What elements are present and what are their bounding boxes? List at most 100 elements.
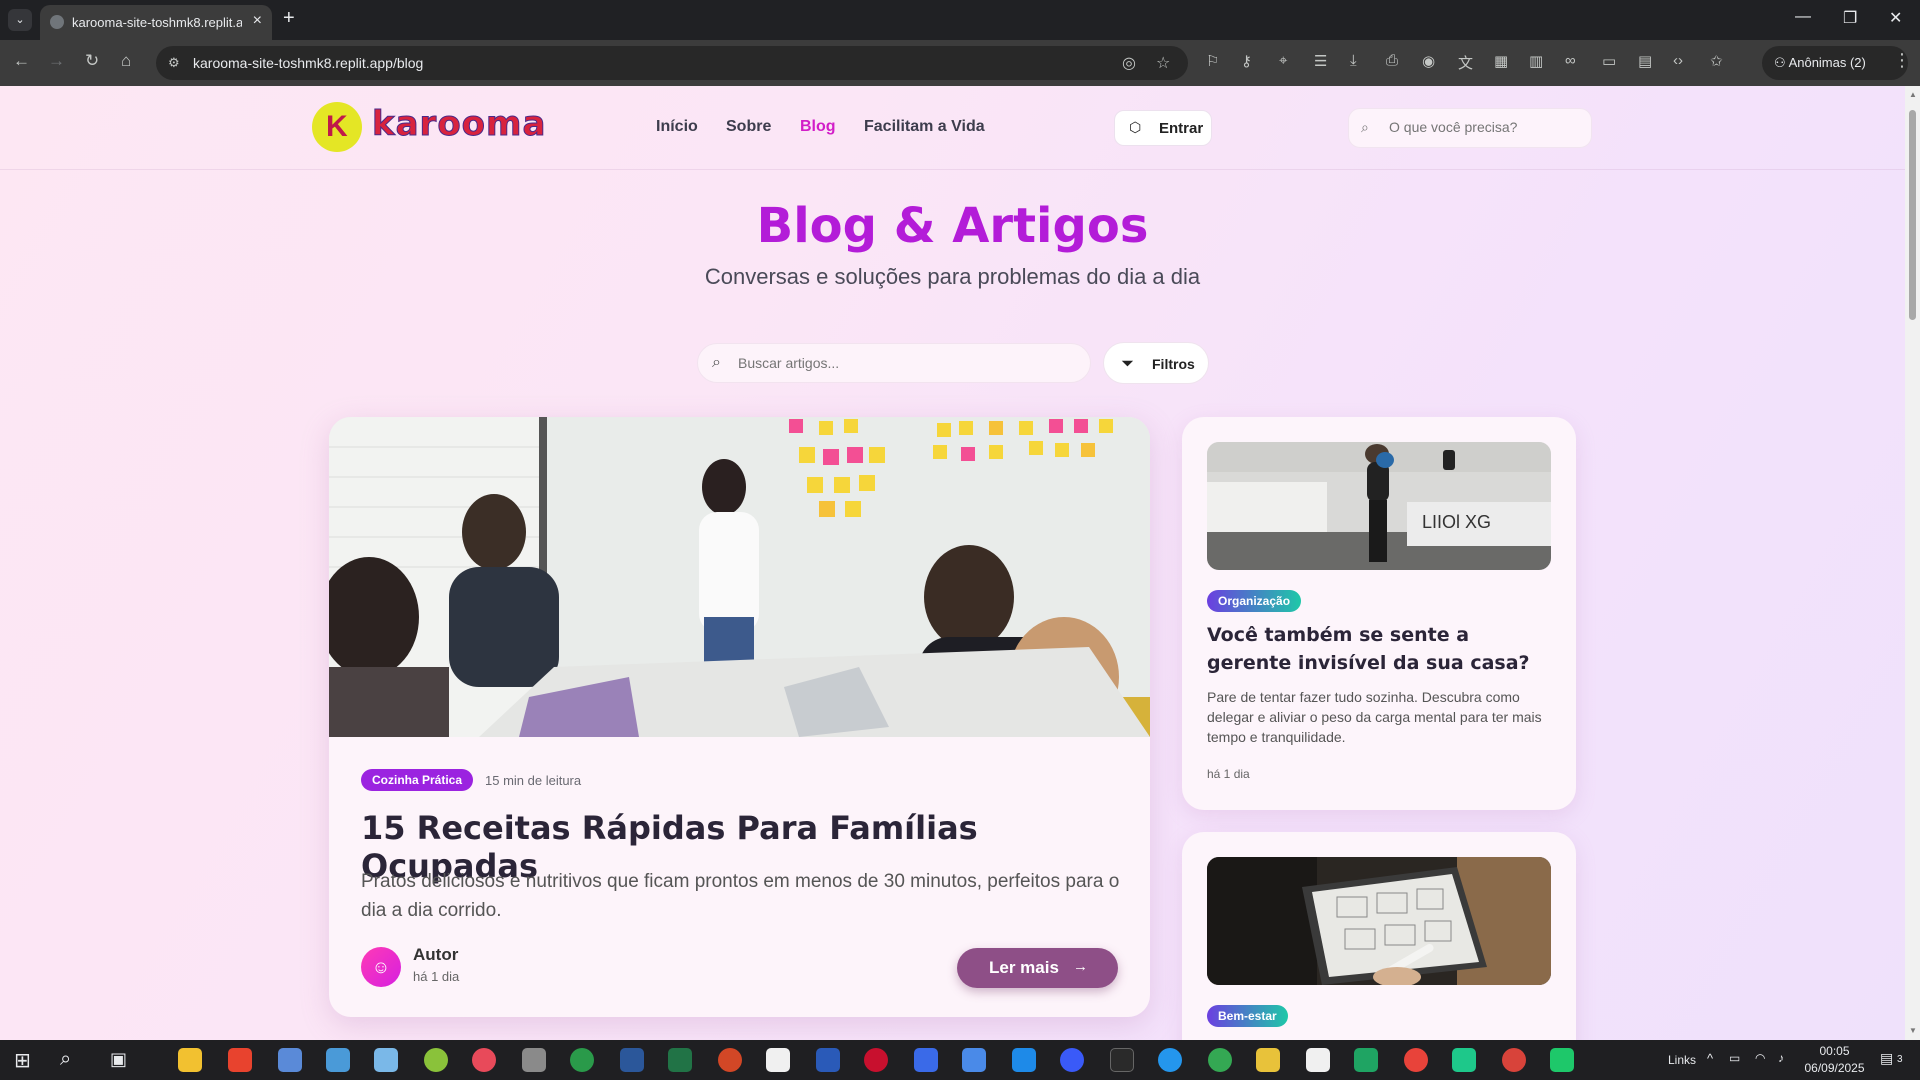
app-icon[interactable] — [1060, 1048, 1084, 1072]
chrome-icon[interactable] — [1208, 1048, 1232, 1072]
lens-icon[interactable]: ◉ — [1422, 52, 1435, 70]
app-icon[interactable] — [1550, 1048, 1574, 1072]
chevron-up-icon[interactable]: ^ — [1707, 1051, 1713, 1066]
powershell-icon[interactable] — [816, 1048, 840, 1072]
app-icon[interactable] — [424, 1048, 448, 1072]
tab-close-icon[interactable]: × — [253, 12, 262, 30]
calculator-icon[interactable] — [326, 1048, 350, 1072]
article-image[interactable] — [1207, 857, 1551, 985]
location-pin-icon[interactable]: ⌖ — [1279, 52, 1287, 69]
scroll-up-icon[interactable]: ▲ — [1909, 90, 1917, 99]
logo-mark[interactable]: K — [312, 102, 362, 152]
restore-icon[interactable]: ❐ — [1843, 8, 1857, 28]
file-explorer-icon[interactable] — [178, 1048, 202, 1072]
print-icon[interactable]: ⎙ — [1386, 52, 1398, 69]
scroll-down-icon[interactable]: ▼ — [1909, 1026, 1917, 1035]
article-title[interactable]: Você também se sente a gerente invisível… — [1207, 621, 1551, 677]
word-icon[interactable] — [620, 1048, 644, 1072]
page-scrollbar[interactable]: ▲ ▼ — [1905, 86, 1920, 1040]
app-icon[interactable] — [864, 1048, 888, 1072]
back-icon[interactable]: ← — [13, 51, 30, 71]
scrollbar-thumb[interactable] — [1909, 110, 1916, 320]
reading-mode-icon[interactable]: ▥ — [1529, 52, 1543, 70]
category-badge[interactable]: Cozinha Prática — [361, 769, 474, 791]
featured-article-card[interactable]: Cozinha Prática 15 min de leitura 15 Rec… — [329, 417, 1150, 1017]
password-key-icon[interactable]: ⚷ — [1241, 52, 1252, 70]
app-icon[interactable] — [472, 1048, 496, 1072]
filters-button[interactable]: ⏷ Filtros — [1103, 342, 1209, 384]
powerpoint-icon[interactable] — [718, 1048, 742, 1072]
app-icon[interactable] — [914, 1048, 938, 1072]
battery-icon[interactable]: ▭ — [1729, 1051, 1740, 1065]
close-window-icon[interactable]: ✕ — [1889, 8, 1902, 28]
site-search-input[interactable] — [1389, 119, 1579, 135]
translate-icon[interactable]: 文 — [1458, 52, 1473, 73]
docker-icon[interactable] — [1158, 1048, 1182, 1072]
clock-date[interactable]: 06/09/2025 — [1801, 1061, 1868, 1075]
nav-sobre[interactable]: Sobre — [726, 118, 771, 136]
nav-blog[interactable]: Blog — [800, 118, 836, 136]
link-icon[interactable]: ∞ — [1565, 52, 1576, 69]
app-icon[interactable] — [570, 1048, 594, 1072]
download-icon[interactable]: ⤓ — [1350, 52, 1357, 69]
apps-grid-icon[interactable]: ▦ — [1494, 52, 1508, 70]
app-icon[interactable] — [1012, 1048, 1036, 1072]
cast-icon[interactable]: ▭ — [1602, 52, 1616, 70]
login-button[interactable]: ⬡ Entrar — [1114, 110, 1212, 146]
incognito-profile-button[interactable]: ⚇ Anônimas (2) — [1762, 46, 1908, 80]
app-icon[interactable] — [1452, 1048, 1476, 1072]
article-image[interactable]: LIIOl XG — [1207, 442, 1551, 570]
google-drive-icon[interactable] — [1354, 1048, 1378, 1072]
bookmark-star-icon[interactable]: ☆ — [1156, 53, 1170, 73]
address-bar[interactable]: ⚙ karooma-site-toshmk8.replit.app/blog ◎… — [156, 46, 1188, 80]
eye-off-icon[interactable]: ◎ — [1122, 53, 1136, 73]
new-tab-icon[interactable]: + — [283, 7, 295, 30]
category-badge[interactable]: Organização — [1207, 590, 1302, 612]
article-card[interactable]: Bem-estar — [1182, 832, 1576, 1040]
article-card[interactable]: LIIOl XG Organização Você também se sent… — [1182, 417, 1576, 810]
task-view-icon[interactable]: ▣ — [110, 1049, 127, 1070]
article-search-input[interactable] — [738, 355, 1078, 371]
home-icon[interactable]: ⌂ — [121, 51, 131, 71]
search-icon[interactable]: ⌕ — [60, 1048, 71, 1071]
table-icon[interactable]: ▤ — [1638, 52, 1652, 70]
windows-start-icon[interactable]: ⊞ — [14, 1048, 31, 1073]
app-icon[interactable] — [1306, 1048, 1330, 1072]
terminal-icon[interactable] — [1110, 1048, 1134, 1072]
volume-icon[interactable]: ♪ — [1778, 1051, 1784, 1065]
links-toolbar[interactable]: Links — [1668, 1053, 1696, 1067]
url-text[interactable]: karooma-site-toshmk8.replit.app/blog — [193, 55, 423, 71]
clock-time[interactable]: 00:05 — [1803, 1044, 1866, 1058]
logo-text[interactable]: karooma — [371, 104, 546, 145]
chrome-icon[interactable] — [1502, 1048, 1526, 1072]
forward-icon[interactable]: → — [48, 51, 65, 71]
minimize-icon[interactable]: — — [1795, 8, 1811, 26]
app-icon[interactable] — [522, 1048, 546, 1072]
site-info-icon[interactable]: ⚙ — [168, 55, 180, 71]
wifi-icon[interactable]: ◠ — [1755, 1051, 1765, 1065]
notification-icon[interactable]: ▤ — [1880, 1050, 1893, 1067]
chrome-icon[interactable] — [1404, 1048, 1428, 1072]
site-search[interactable]: ⌕ — [1348, 108, 1592, 148]
excel-icon[interactable] — [668, 1048, 692, 1072]
favorites-icon[interactable]: ✩ — [1710, 52, 1723, 70]
app-icon[interactable] — [228, 1048, 252, 1072]
app-icon[interactable] — [962, 1048, 986, 1072]
notepad-icon[interactable] — [766, 1048, 790, 1072]
app-icon[interactable] — [374, 1048, 398, 1072]
reload-icon[interactable]: ↻ — [85, 51, 99, 71]
devtools-code-icon[interactable]: ‹› — [1673, 52, 1683, 69]
browser-menu-icon[interactable]: ⋮ — [1893, 50, 1911, 71]
article-search[interactable]: ⌕ — [697, 343, 1091, 383]
nav-facilitam-a-vida[interactable]: Facilitam a Vida — [864, 118, 985, 136]
tab-search-icon[interactable]: ⌄ — [8, 9, 32, 31]
app-icon[interactable] — [1256, 1048, 1280, 1072]
featured-article-image[interactable] — [329, 417, 1150, 737]
extension-icon[interactable]: ⚐ — [1206, 52, 1219, 70]
read-more-button[interactable]: Ler mais → — [957, 948, 1118, 988]
app-icon[interactable] — [278, 1048, 302, 1072]
browser-tab[interactable]: karooma-site-toshmk8.replit.app × — [40, 5, 272, 40]
category-badge[interactable]: Bem-estar — [1207, 1005, 1288, 1027]
nav-inicio[interactable]: Início — [656, 118, 698, 136]
reader-icon[interactable]: ☰ — [1314, 52, 1327, 70]
